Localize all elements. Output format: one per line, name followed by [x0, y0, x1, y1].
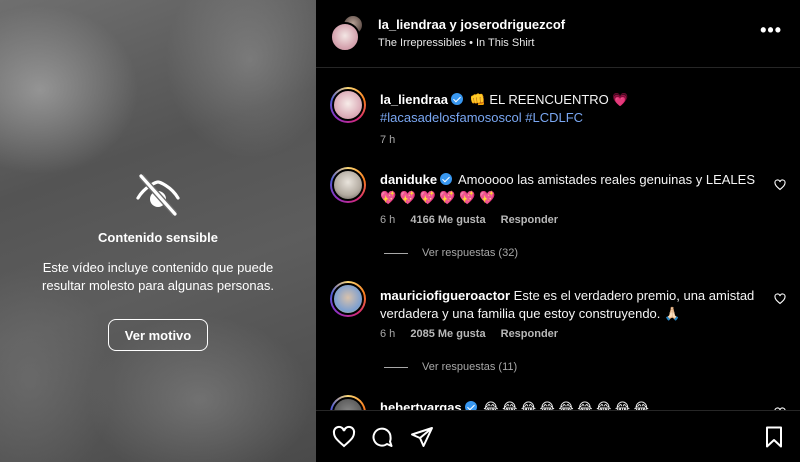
- reply-button[interactable]: Responder: [501, 214, 558, 226]
- comment-time: 6 h: [380, 214, 396, 226]
- comment-icon[interactable]: [370, 425, 394, 449]
- comment-username[interactable]: daniduke: [380, 172, 437, 187]
- post-header: la_liendraa y joserodriguezcof The Irrep…: [316, 0, 800, 68]
- sensitive-description: Este vídeo incluye contenido que puede r…: [42, 260, 274, 293]
- comment-likes[interactable]: 4166 Me gusta: [410, 214, 485, 226]
- view-replies-button[interactable]: Ver respuestas (32): [384, 247, 518, 259]
- caption-hashtags[interactable]: #lacasadelosfamososcol #LCDLFC: [380, 109, 760, 127]
- verified-icon: [450, 93, 463, 105]
- comment-username[interactable]: mauriciofigueroactor: [380, 288, 510, 303]
- post-side-panel: la_liendraa y joserodriguezcof The Irrep…: [316, 0, 800, 462]
- verified-icon: [440, 173, 453, 185]
- comment-text-continued: verdadera y una familia que estoy constr…: [380, 306, 681, 321]
- like-comment-icon[interactable]: [774, 179, 786, 191]
- comment-text: Este es el verdadero premio, una amistad: [513, 288, 755, 303]
- caption-username[interactable]: la_liendraa: [380, 92, 448, 107]
- comment-username[interactable]: hebertvargas: [380, 400, 462, 410]
- view-replies-label: Ver respuestas (32): [422, 247, 518, 259]
- view-replies-button[interactable]: Ver respuestas (11): [384, 361, 517, 373]
- avatar[interactable]: [330, 167, 366, 203]
- comment-text: Amooooo las amistades reales genuinas y …: [457, 172, 755, 187]
- comment-text: 😂 😂 😂 😂 😂 😂 😂 😂 😂: [483, 400, 649, 410]
- reply-button[interactable]: Responder: [501, 328, 558, 340]
- comment-likes[interactable]: 2085 Me gusta: [410, 328, 485, 340]
- view-replies-label: Ver respuestas (11): [422, 361, 518, 373]
- comments-list[interactable]: la_liendraa 👊 EL REENCUENTRO 💗 #lacasade…: [316, 69, 800, 410]
- heart-icon[interactable]: [332, 425, 356, 449]
- like-comment-icon[interactable]: [774, 293, 786, 305]
- sensitive-content-overlay: Contenido sensible Este vídeo incluye co…: [0, 0, 316, 462]
- avatar[interactable]: [330, 281, 366, 317]
- audio-track[interactable]: The Irrepressibles • In This Shirt: [378, 37, 534, 49]
- post-authors[interactable]: la_liendraa y joserodriguezcof: [378, 17, 565, 32]
- verified-icon: [464, 401, 477, 410]
- avatar[interactable]: [330, 395, 366, 410]
- collab-avatars[interactable]: [330, 14, 366, 52]
- post-actions-bar: [316, 410, 800, 462]
- post-media[interactable]: Contenido sensible Este vídeo incluye co…: [0, 0, 316, 462]
- comment-time: 6 h: [380, 328, 396, 340]
- comment-text-continued: 💖 💖 💖 💖 💖 💖: [380, 190, 496, 205]
- caption-text: 👊 EL REENCUENTRO 💗: [469, 92, 629, 107]
- sensitive-title: Contenido sensible: [98, 230, 218, 245]
- share-icon[interactable]: [410, 425, 434, 449]
- avatar-la-liendraa[interactable]: [330, 22, 360, 52]
- eye-slash-icon: [136, 173, 180, 217]
- avatar[interactable]: [330, 87, 366, 123]
- bookmark-icon[interactable]: [762, 425, 786, 449]
- view-reason-button[interactable]: Ver motivo: [108, 319, 208, 351]
- caption-time: 7 h: [380, 134, 396, 146]
- more-options-icon[interactable]: •••: [760, 21, 782, 39]
